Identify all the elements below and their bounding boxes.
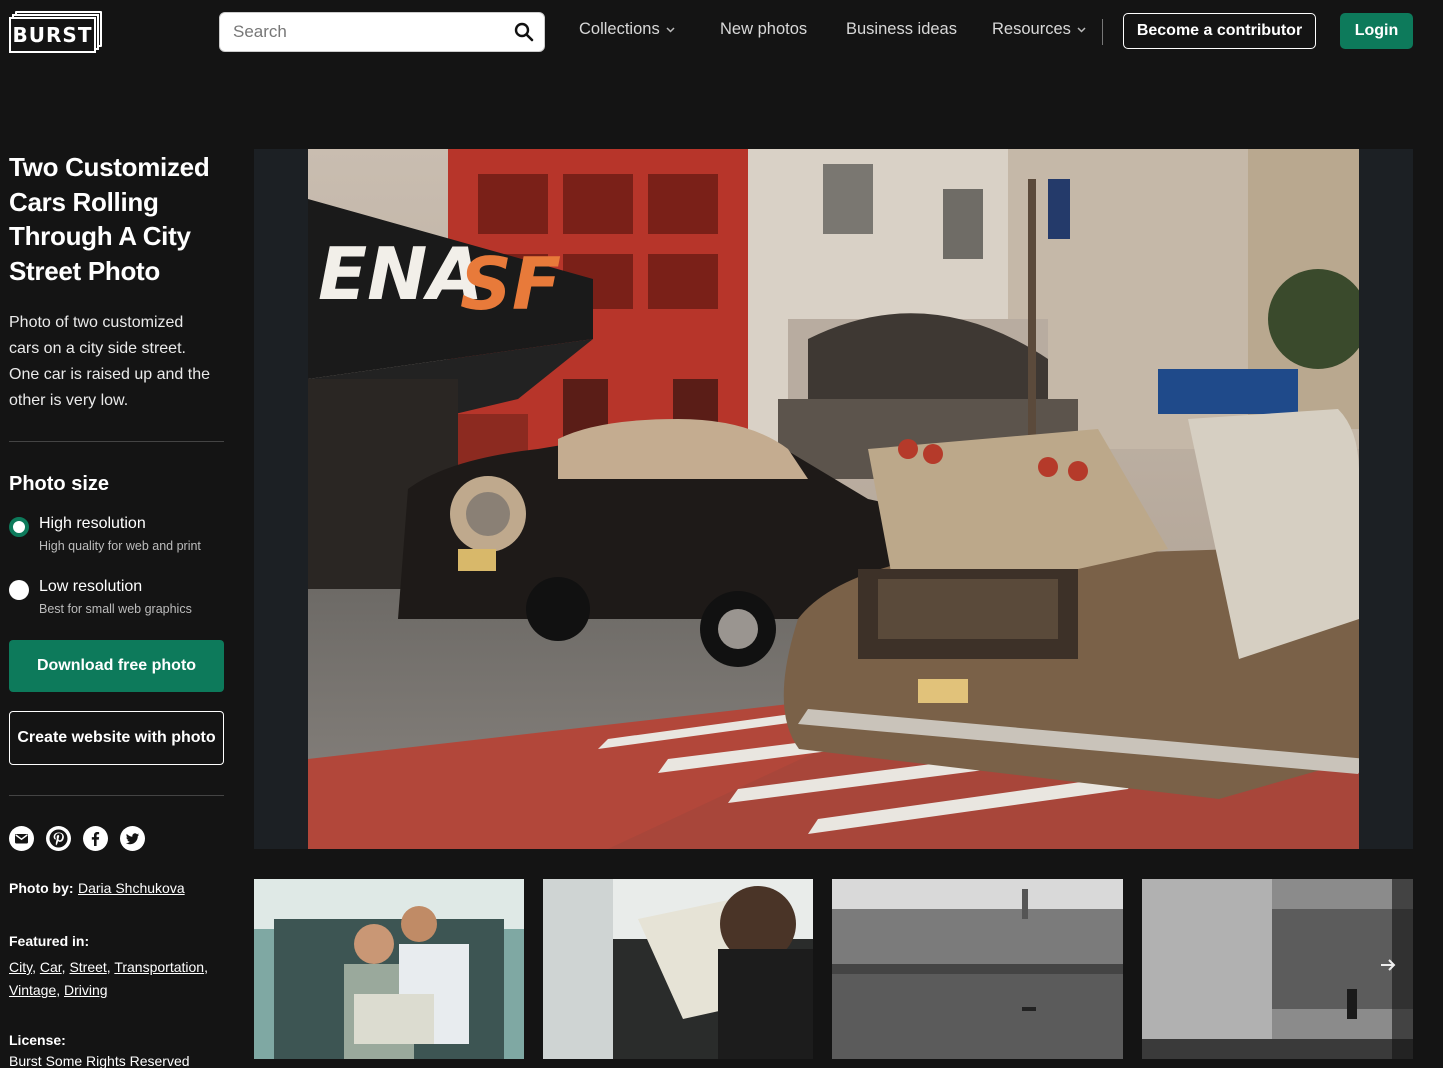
download-free-photo-button[interactable]: Download free photo <box>9 640 224 692</box>
title-line: Through A City <box>9 221 191 251</box>
related-photo-thumbnail[interactable] <box>832 879 1123 1059</box>
page-title: Two Customized Cars Rolling Through A Ci… <box>9 150 224 288</box>
chevron-right-icon[interactable] <box>1378 955 1398 980</box>
search-icon[interactable] <box>504 12 544 52</box>
nav-new-photos-label: New photos <box>720 20 808 38</box>
photo-by-label: Photo by: <box>9 880 74 896</box>
logo-text: BURST <box>9 17 96 53</box>
featured-tags: City, Car, Street, Transportation, Vintag… <box>9 959 208 998</box>
become-contributor-button[interactable]: Become a contributor <box>1123 13 1316 49</box>
chevron-down-icon <box>666 26 675 33</box>
email-icon[interactable] <box>9 826 34 851</box>
chevron-down-icon <box>1077 26 1086 33</box>
share-links <box>9 826 145 851</box>
section-divider <box>9 795 224 796</box>
low-resolution-sub: Best for small web graphics <box>39 602 192 616</box>
related-photo-thumbnail[interactable] <box>1142 879 1413 1059</box>
create-website-button[interactable]: Create website with photo <box>9 711 224 765</box>
photo-size-title: Photo size <box>9 473 110 495</box>
tag-link[interactable]: Driving <box>64 982 108 998</box>
title-line: Street Photo <box>9 255 160 286</box>
nav-business-ideas[interactable]: Business ideas <box>846 20 957 39</box>
nav-collections[interactable]: Collections <box>579 20 675 39</box>
featured-in-label: Featured in: <box>9 933 90 949</box>
twitter-icon[interactable] <box>120 826 145 851</box>
high-resolution-sub: High quality for web and print <box>39 539 201 553</box>
tag-link[interactable]: Transportation <box>114 959 204 975</box>
photo-credit: Photo by: Daria Shchukova <box>9 880 185 898</box>
facebook-icon[interactable] <box>83 826 108 851</box>
related-photo-thumbnail[interactable] <box>543 879 813 1059</box>
tag-link[interactable]: City <box>9 959 32 975</box>
photo-sidebar: Two Customized Cars Rolling Through A Ci… <box>9 150 224 1068</box>
high-resolution-option[interactable]: High resolution High quality for web and… <box>9 515 201 553</box>
nav-new-photos[interactable]: New photos <box>720 20 807 39</box>
nav-collections-label: Collections <box>579 20 660 38</box>
license-label: License: <box>9 1032 66 1048</box>
low-resolution-label: Low resolution <box>39 578 143 595</box>
main-photo-image: ENA SF <box>308 149 1359 849</box>
nav-business-ideas-label: Business ideas <box>846 20 957 38</box>
title-line: Cars Rolling <box>9 186 159 217</box>
description-line: One car is raised up and the <box>9 366 211 383</box>
burst-logo[interactable]: BURST <box>9 11 102 53</box>
high-resolution-radio[interactable] <box>9 517 29 537</box>
nav-resources-label: Resources <box>992 20 1071 38</box>
photo-description: Photo of two customized cars on a city s… <box>9 310 224 414</box>
description-line: other is very low. <box>9 392 129 409</box>
tag-link[interactable]: Street <box>69 959 106 975</box>
low-resolution-option[interactable]: Low resolution Best for small web graphi… <box>9 578 192 616</box>
search-input[interactable] <box>220 13 504 51</box>
title-line: Two Customized <box>9 152 210 182</box>
pinterest-icon[interactable] <box>46 826 71 851</box>
search-bar <box>219 12 545 52</box>
description-line: cars on a city side street. <box>9 340 186 357</box>
low-resolution-radio[interactable] <box>9 580 29 600</box>
nav-resources[interactable]: Resources <box>992 20 1086 39</box>
svg-text:SF: SF <box>460 242 561 326</box>
section-divider <box>9 441 224 442</box>
login-button[interactable]: Login <box>1340 13 1413 49</box>
main-photo-frame: ENA SF <box>254 149 1413 849</box>
tag-link[interactable]: Car <box>40 959 62 975</box>
related-photo-thumbnail[interactable] <box>254 879 524 1059</box>
main-photo[interactable]: ENA SF <box>308 149 1359 849</box>
high-resolution-label: High resolution <box>39 515 146 532</box>
description-line: Photo of two customized <box>9 314 184 331</box>
license-value[interactable]: Burst Some Rights Reserved <box>9 1053 190 1068</box>
tag-link[interactable]: Vintage <box>9 982 56 998</box>
site-header: BURST Collections New photos Business id… <box>0 0 1443 64</box>
photographer-link[interactable]: Daria Shchukova <box>78 880 185 896</box>
nav-divider <box>1102 19 1103 45</box>
storefront-sign: ENA <box>318 232 483 316</box>
